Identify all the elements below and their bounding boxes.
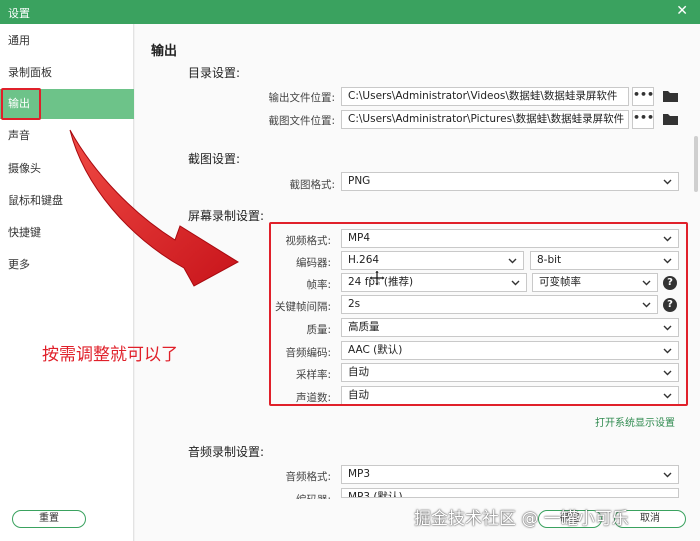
- audio-codec-select[interactable]: AAC (默认): [341, 341, 679, 360]
- framerate-label: 帧率:: [306, 279, 331, 291]
- screenshot-group-title: 截图设置:: [188, 152, 241, 166]
- quality-select[interactable]: 高质量: [341, 318, 679, 337]
- sidebar-item-general[interactable]: 通用: [0, 26, 134, 56]
- cancel-button[interactable]: 取消: [614, 510, 686, 528]
- output-path-field[interactable]: C:\Users\Administrator\Videos\数据蛙\数据蛙录屏软…: [341, 87, 629, 106]
- window-title: 设置: [8, 7, 30, 20]
- framerate-mode-select[interactable]: 可变帧率: [532, 273, 658, 292]
- chevron-down-icon: [642, 302, 651, 308]
- video-format-label: 视频格式:: [285, 235, 331, 247]
- sidebar-item-camera[interactable]: 摄像头: [0, 154, 134, 184]
- chevron-down-icon: [663, 325, 672, 331]
- chevron-down-icon: [508, 258, 517, 264]
- audio-format-select[interactable]: MP3: [341, 465, 679, 484]
- sidebar-item-more[interactable]: 更多: [0, 250, 134, 280]
- audio-encoder-select[interactable]: MP3 (默认): [341, 488, 679, 498]
- video-format-select[interactable]: MP4: [341, 229, 679, 248]
- sidebar-item-record-panel[interactable]: 录制面板: [0, 58, 134, 88]
- audio-format-label: 音频格式:: [285, 471, 331, 483]
- framerate-value: 24 fps (推荐): [348, 276, 414, 288]
- output-path-label: 输出文件位置:: [268, 92, 335, 104]
- capture-browse-button[interactable]: •••: [632, 110, 654, 129]
- close-icon[interactable]: ✕: [676, 3, 688, 19]
- bitdepth-value: 8-bit: [537, 254, 562, 266]
- sidebar-item-sound[interactable]: 声音: [0, 121, 134, 151]
- folder-icon[interactable]: [662, 112, 679, 126]
- system-display-settings-link[interactable]: 打开系统显示设置: [595, 414, 675, 429]
- audio-recording-group-title: 音频录制设置:: [188, 445, 265, 459]
- sample-rate-select[interactable]: 自动: [341, 363, 679, 382]
- keyframe-label: 关键帧间隔:: [274, 301, 331, 313]
- chevron-down-icon: [663, 179, 672, 185]
- audio-format-value: MP3: [348, 468, 371, 480]
- quality-label: 质量:: [306, 324, 331, 336]
- video-format-value: MP4: [348, 232, 371, 244]
- audio-codec-label: 音频编码:: [285, 347, 331, 359]
- capture-path-value: C:\Users\Administrator\Pictures\数据蛙\数据蛙录…: [348, 113, 625, 125]
- help-icon[interactable]: ?: [663, 298, 677, 312]
- chevron-down-icon: [511, 280, 520, 286]
- annotation-text: 按需调整就可以了: [42, 345, 178, 365]
- bitdepth-select[interactable]: 8-bit: [530, 251, 679, 270]
- encoder-label: 编码器:: [295, 257, 331, 269]
- capture-path-label: 截图文件位置:: [268, 115, 335, 127]
- encoder-value: H.264: [348, 254, 380, 266]
- chevron-down-icon: [663, 472, 672, 478]
- chevron-down-icon: [663, 393, 672, 399]
- chevron-down-icon: [642, 280, 651, 286]
- scrollbar-track[interactable]: [693, 40, 698, 500]
- reset-button[interactable]: 重置: [12, 510, 86, 528]
- scrollbar-thumb[interactable]: [694, 136, 698, 192]
- channels-value: 自动: [348, 389, 369, 401]
- screen-recording-group-title: 屏幕录制设置:: [188, 209, 265, 223]
- audio-codec-value: AAC (默认): [348, 344, 403, 356]
- sample-rate-value: 自动: [348, 366, 369, 378]
- screenshot-format-select[interactable]: PNG: [341, 172, 679, 191]
- sidebar-item-hotkeys[interactable]: 快捷键: [0, 218, 134, 248]
- sample-rate-label: 采样率:: [295, 369, 331, 381]
- audio-encoder-label: 编码器:: [235, 492, 331, 499]
- directory-group-title: 目录设置:: [188, 66, 241, 80]
- output-browse-button[interactable]: •••: [632, 87, 654, 106]
- framerate-select[interactable]: 24 fps (推荐): [341, 273, 527, 292]
- ok-button[interactable]: 确定: [538, 510, 602, 528]
- help-icon[interactable]: ?: [663, 276, 677, 290]
- screenshot-format-label: 截图格式:: [289, 179, 335, 191]
- capture-path-field[interactable]: C:\Users\Administrator\Pictures\数据蛙\数据蛙录…: [341, 110, 629, 129]
- audio-encoder-value: MP3 (默认): [348, 491, 403, 498]
- folder-icon[interactable]: [662, 89, 679, 103]
- chevron-down-icon: [663, 370, 672, 376]
- keyframe-select[interactable]: 2s: [341, 295, 658, 314]
- channels-label: 声道数:: [295, 392, 331, 404]
- section-title: 输出: [151, 44, 178, 59]
- output-path-value: C:\Users\Administrator\Videos\数据蛙\数据蛙录屏软…: [348, 90, 618, 102]
- settings-content: 输出 目录设置: 输出文件位置: C:\Users\Administrator\…: [135, 24, 700, 541]
- quality-value: 高质量: [348, 321, 380, 333]
- channels-select[interactable]: 自动: [341, 386, 679, 405]
- sidebar-item-output[interactable]: 输出: [0, 89, 134, 119]
- chevron-down-icon: [663, 348, 672, 354]
- screenshot-format-value: PNG: [348, 175, 371, 187]
- sidebar: 通用 录制面板 输出 声音 摄像头 鼠标和键盘 快捷键 更多: [0, 24, 134, 541]
- title-bar: 设置 ✕: [0, 0, 700, 24]
- encoder-select[interactable]: H.264: [341, 251, 524, 270]
- chevron-down-icon: [663, 258, 672, 264]
- keyframe-value: 2s: [348, 298, 361, 310]
- framerate-mode-value: 可变帧率: [539, 276, 581, 288]
- sidebar-item-mouse-keyboard[interactable]: 鼠标和键盘: [0, 186, 134, 216]
- chevron-down-icon: [663, 236, 672, 242]
